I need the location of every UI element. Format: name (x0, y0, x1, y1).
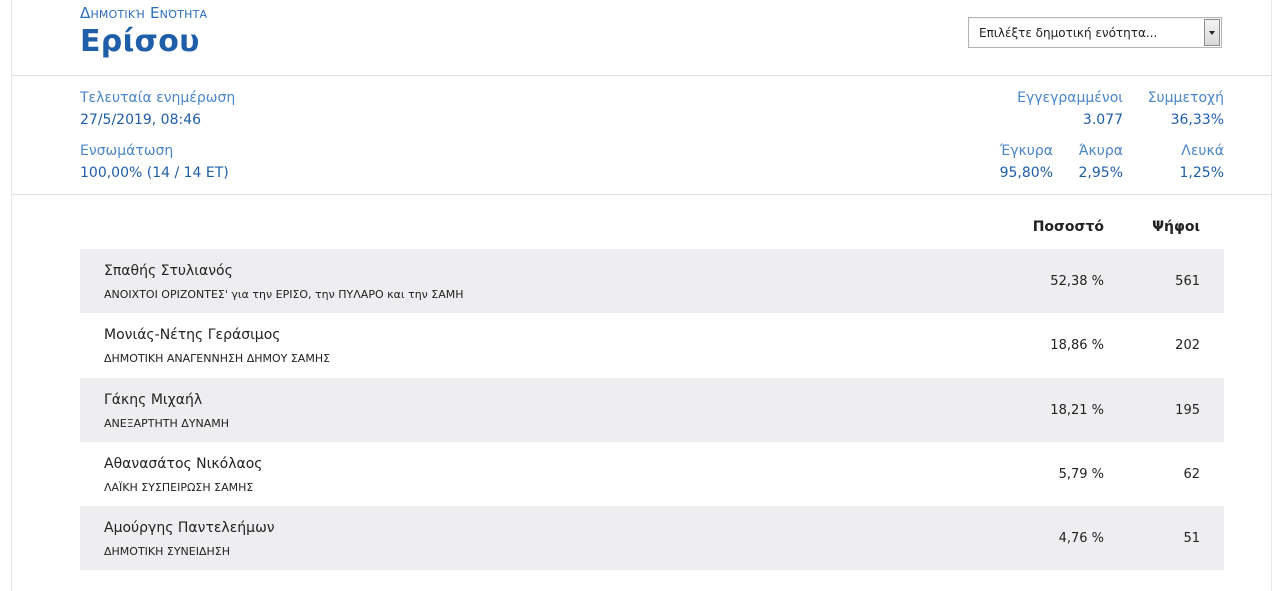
candidate-party: ΔΗΜΟΤΙΚΗ ΑΝΑΓΕΝΝΗΣΗ ΔΗΜΟΥ ΣΑΜΗΣ (104, 352, 331, 365)
candidate-percent: 18,86 % (1050, 338, 1104, 353)
blank-value: 1,25% (1179, 165, 1224, 181)
candidate-votes: 561 (1175, 274, 1200, 289)
candidate-percent: 52,38 % (1050, 274, 1104, 289)
last-update-label: Τελευταία ενημέρωση (80, 90, 236, 106)
table-row: Αμούργης Παντελεήμων ΔΗΜΟΤΙΚΗ ΣΥΝΕΙΔΗΣΗ … (80, 506, 1224, 570)
table-row: Μονιάς-Νέτης Γεράσιμος ΔΗΜΟΤΙΚΗ ΑΝΑΓΕΝΝΗ… (80, 313, 1224, 377)
right-border (1271, 0, 1272, 591)
candidate-name: Γάκης Μιχαήλ (104, 392, 203, 408)
invalid-value: 2,95% (1078, 165, 1123, 181)
valid-label: Έγκυρα (999, 143, 1053, 159)
integration-value: 100,00% (14 / 14 ΕΤ) (80, 165, 229, 181)
candidate-name: Αθανασάτος Νικόλαος (104, 456, 263, 472)
candidate-name: Μονιάς-Νέτης Γεράσιμος (104, 327, 281, 343)
unit-select-dropdown[interactable]: Επιλέξτε δημοτική ενότητα... (968, 17, 1222, 48)
candidate-name: Σπαθής Στυλιανός (104, 263, 233, 279)
integration-label: Ενσωμάτωση (80, 143, 174, 159)
blank-label: Λευκά (1181, 143, 1224, 159)
left-border (11, 0, 12, 591)
table-row: Σπαθής Στυλιανός ΑΝΟΙΧΤΟΙ ΟΡΙΖΟΝΤΕΣ' για… (80, 249, 1224, 313)
candidate-percent: 5,79 % (1058, 467, 1104, 482)
page-title: Ερίσου (80, 24, 200, 59)
results-page: Δημοτική Ενότητα Ερίσου Επιλέξτε δημοτικ… (0, 0, 1274, 591)
candidate-party: ΛΑΪΚΗ ΣΥΣΠΕΙΡΩΣΗ ΣΑΜΗΣ (104, 481, 254, 494)
candidate-party: ΔΗΜΟΤΙΚΗ ΣΥΝΕΙΔΗΣΗ (104, 545, 231, 558)
candidate-percent: 18,21 % (1050, 403, 1104, 418)
candidate-votes: 51 (1183, 531, 1200, 546)
participation-value: 36,33% (1170, 112, 1224, 128)
candidate-votes: 202 (1175, 338, 1200, 353)
header-divider (12, 75, 1271, 76)
registered-value: 3.077 (1082, 112, 1123, 128)
candidate-name: Αμούργης Παντελεήμων (104, 520, 275, 536)
stats-divider (12, 194, 1271, 195)
valid-value: 95,80% (999, 165, 1053, 181)
column-header-votes: Ψήφοι (1152, 219, 1200, 235)
column-header-percent: Ποσοστό (1032, 219, 1104, 235)
participation-label: Συμμετοχή (1147, 90, 1224, 106)
candidate-party: ΑΝΟΙΧΤΟΙ ΟΡΙΖΟΝΤΕΣ' για την ΕΡΙΣΟ, την Π… (104, 288, 464, 301)
unit-type-label: Δημοτική Ενότητα (80, 4, 208, 22)
candidate-votes: 195 (1175, 403, 1200, 418)
chevron-down-icon[interactable] (1204, 19, 1220, 46)
invalid-label: Άκυρα (1078, 143, 1123, 159)
table-row: Γάκης Μιχαήλ ΑΝΕΞΑΡΤΗΤΗ ΔΥΝΑΜΗ 18,21 % 1… (80, 378, 1224, 442)
candidate-party: ΑΝΕΞΑΡΤΗΤΗ ΔΥΝΑΜΗ (104, 417, 230, 430)
candidate-votes: 62 (1183, 467, 1200, 482)
registered-label: Εγγεγραμμένοι (1017, 90, 1123, 106)
table-row: Αθανασάτος Νικόλαος ΛΑΪΚΗ ΣΥΣΠΕΙΡΩΣΗ ΣΑΜ… (80, 442, 1224, 506)
unit-select-placeholder: Επιλέξτε δημοτική ενότητα... (979, 26, 1158, 40)
last-update-value: 27/5/2019, 08:46 (80, 112, 202, 128)
candidate-percent: 4,76 % (1058, 531, 1104, 546)
